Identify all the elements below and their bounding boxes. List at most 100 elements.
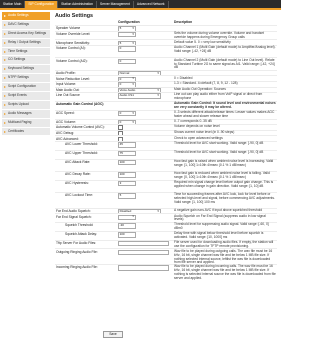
chevron-right-icon xyxy=(4,50,6,53)
setting-label: Tftp Server For Audio Files: xyxy=(56,240,97,245)
setting-dropdown[interactable] xyxy=(118,31,136,38)
setting-input[interactable]: 75 xyxy=(118,151,136,157)
settings-row: AVC Lower Threshold: 45 Threshold level fo… xyxy=(55,140,277,150)
settings-row: Tftp Server For Audio Files: File server … xyxy=(55,239,277,249)
chevron-right-icon xyxy=(4,59,6,62)
settings-row: Line Out SourceAudio CS1Line out can pla… xyxy=(55,92,277,101)
setting-label: Squelch Threshold: xyxy=(65,223,94,228)
setting-input[interactable]: 100 xyxy=(118,159,136,166)
setting-label: AVC Attack Rate: xyxy=(65,159,91,164)
top-tab[interactable]: Station Administration xyxy=(58,1,97,8)
sidebar-item[interactable]: NTPP Settings xyxy=(2,74,50,84)
sidebar-item[interactable]: Certificates xyxy=(2,127,50,137)
setting-control: 0 xyxy=(118,58,136,65)
settings-row: Volume Control (AI): 0 Audio Channel 1 (Mu… xyxy=(55,44,277,57)
sidebar-item-label: Multicast Paging xyxy=(8,119,32,124)
setting-control: 3 xyxy=(118,180,136,187)
setting-input[interactable]: -30 xyxy=(118,223,136,229)
top-tab[interactable]: Station Main xyxy=(0,1,26,8)
sidebar-item[interactable]: Keyboard Settings xyxy=(2,65,50,75)
settings-row: Outgoing Ringing Audio File: Wav file to … xyxy=(55,248,277,264)
setting-input[interactable]: 100 xyxy=(118,172,136,178)
sidebar-item[interactable]: Audio Settings xyxy=(2,12,50,21)
setting-dropdown[interactable] xyxy=(118,214,136,220)
setting-label: AVC Lockout Time: xyxy=(65,193,93,198)
setting-input[interactable]: 45 xyxy=(118,142,136,148)
setting-label: AGC Speed: xyxy=(56,111,75,116)
setting-input[interactable]: 5 xyxy=(118,193,136,199)
chevron-right-icon xyxy=(4,23,6,26)
chevron-right-icon xyxy=(4,86,6,89)
settings-row: Squelch Attack Delay: 100 Delay time with … xyxy=(55,230,277,240)
setting-description: Time for succeeding frames after AVC loc… xyxy=(174,192,275,205)
settings-row: Volume Control (AI2): 0 Audio Channel 2 (M… xyxy=(55,57,277,69)
setting-label: Far End Signal Squelch: xyxy=(56,214,92,219)
settings-row: AVC Hysteresis: 3 Required min signal chan… xyxy=(55,179,277,192)
sidebar-item[interactable]: Relay / Output Settings xyxy=(2,38,50,48)
top-tab[interactable]: Server Management xyxy=(97,1,134,8)
setting-description: How fast gain is raised when ambient noi… xyxy=(174,158,274,167)
chevron-right-icon xyxy=(4,130,6,133)
settings-row: AVC Attack Rate: 100 How fast gain is rais… xyxy=(55,158,277,171)
sidebar-item[interactable]: DAVC Settings xyxy=(2,20,50,30)
sidebar-item[interactable]: CO Settings xyxy=(2,56,50,66)
setting-control xyxy=(118,249,169,256)
chevron-right-icon xyxy=(4,112,6,115)
setting-input[interactable]: 100 xyxy=(118,232,136,238)
save-button[interactable]: Save xyxy=(103,331,123,338)
settings-row: Squelch Threshold: -30 Threshold level for… xyxy=(55,222,277,231)
sidebar-item-label: Certificates xyxy=(8,128,24,133)
header-description: Description xyxy=(174,20,193,24)
setting-control: 75 xyxy=(118,151,136,157)
chevron-right-icon xyxy=(4,94,6,97)
chevron-right-icon xyxy=(4,41,6,44)
setting-input[interactable]: 0 xyxy=(118,46,136,52)
setting-input[interactable]: 0 xyxy=(118,58,136,65)
sidebar-item-label: Time Settings xyxy=(8,48,28,53)
top-navigation: Station Main SIP Configuration Station Adm… xyxy=(0,0,281,8)
sidebar-item-label: Scripts Upload xyxy=(8,101,29,106)
setting-input[interactable] xyxy=(118,240,169,247)
sidebar: Audio Settings DAVC Settings Direct Access… xyxy=(2,12,50,137)
setting-dropdown[interactable]: 0 xyxy=(118,111,136,117)
setting-description: Audio Channel 1 (Multi Gain (default mod… xyxy=(174,45,276,54)
setting-control: 45 xyxy=(118,142,136,148)
setting-label: AVC Decay Rate: xyxy=(65,172,91,177)
header-configuration: Configuration xyxy=(118,20,140,24)
settings-table: Speaker Volume5Volume Override Level:Set… xyxy=(55,25,277,280)
settings-row: Volume Override Level:Sets the volume du… xyxy=(55,30,277,40)
sidebar-item[interactable]: Scripts Upload xyxy=(2,100,50,110)
sidebar-item[interactable]: Direct Access Key Settings xyxy=(2,29,50,39)
setting-description: Wav file to be played during outgoing ca… xyxy=(174,248,273,265)
sidebar-item[interactable]: Script Events xyxy=(2,92,50,101)
setting-label: Incoming Ringing Audio File: xyxy=(56,265,98,270)
sidebar-item[interactable]: Script Configuration xyxy=(2,83,50,93)
setting-description: Required min signal change level before … xyxy=(174,179,274,188)
setting-label: AVC Hysteresis: xyxy=(65,180,89,185)
chevron-right-icon xyxy=(4,121,6,124)
chevron-right-icon xyxy=(4,68,6,71)
setting-input[interactable] xyxy=(118,265,169,271)
setting-description: Threshold level for AVC start working. V… xyxy=(174,150,264,154)
setting-label: Squelch Attack Delay: xyxy=(65,232,98,237)
sidebar-item-label: Audio Messages xyxy=(8,110,32,115)
setting-description: Threshold level for AVC start working. V… xyxy=(174,141,264,146)
sidebar-item-label: Direct Access Key Settings xyxy=(8,30,47,35)
top-tab[interactable]: SIP Configuration xyxy=(25,1,59,8)
setting-label: AVC Lower Threshold: xyxy=(65,142,98,147)
setting-control: 0 xyxy=(118,46,136,52)
settings-row: Incoming Ringing Audio File: Wav file to … xyxy=(55,264,277,280)
setting-input[interactable] xyxy=(118,249,169,256)
setting-dropdown[interactable]: Audio CS1 xyxy=(118,93,161,99)
sidebar-item[interactable]: Time Settings xyxy=(2,47,50,57)
sidebar-item-label: DAVC Settings xyxy=(8,21,30,26)
sidebar-item-label: NTPP Settings xyxy=(8,75,29,80)
sidebar-item[interactable]: Audio Messages xyxy=(2,109,50,119)
setting-control xyxy=(118,240,169,247)
top-tab[interactable]: Advanced Network xyxy=(134,1,169,8)
settings-row: AVC Decay Rate: 100 How fast gain is reduc… xyxy=(55,170,277,180)
chevron-right-icon xyxy=(4,32,6,35)
setting-input[interactable]: 3 xyxy=(118,180,136,187)
sidebar-item[interactable]: Multicast Paging xyxy=(2,118,50,128)
top-navigation-underline xyxy=(0,8,281,10)
